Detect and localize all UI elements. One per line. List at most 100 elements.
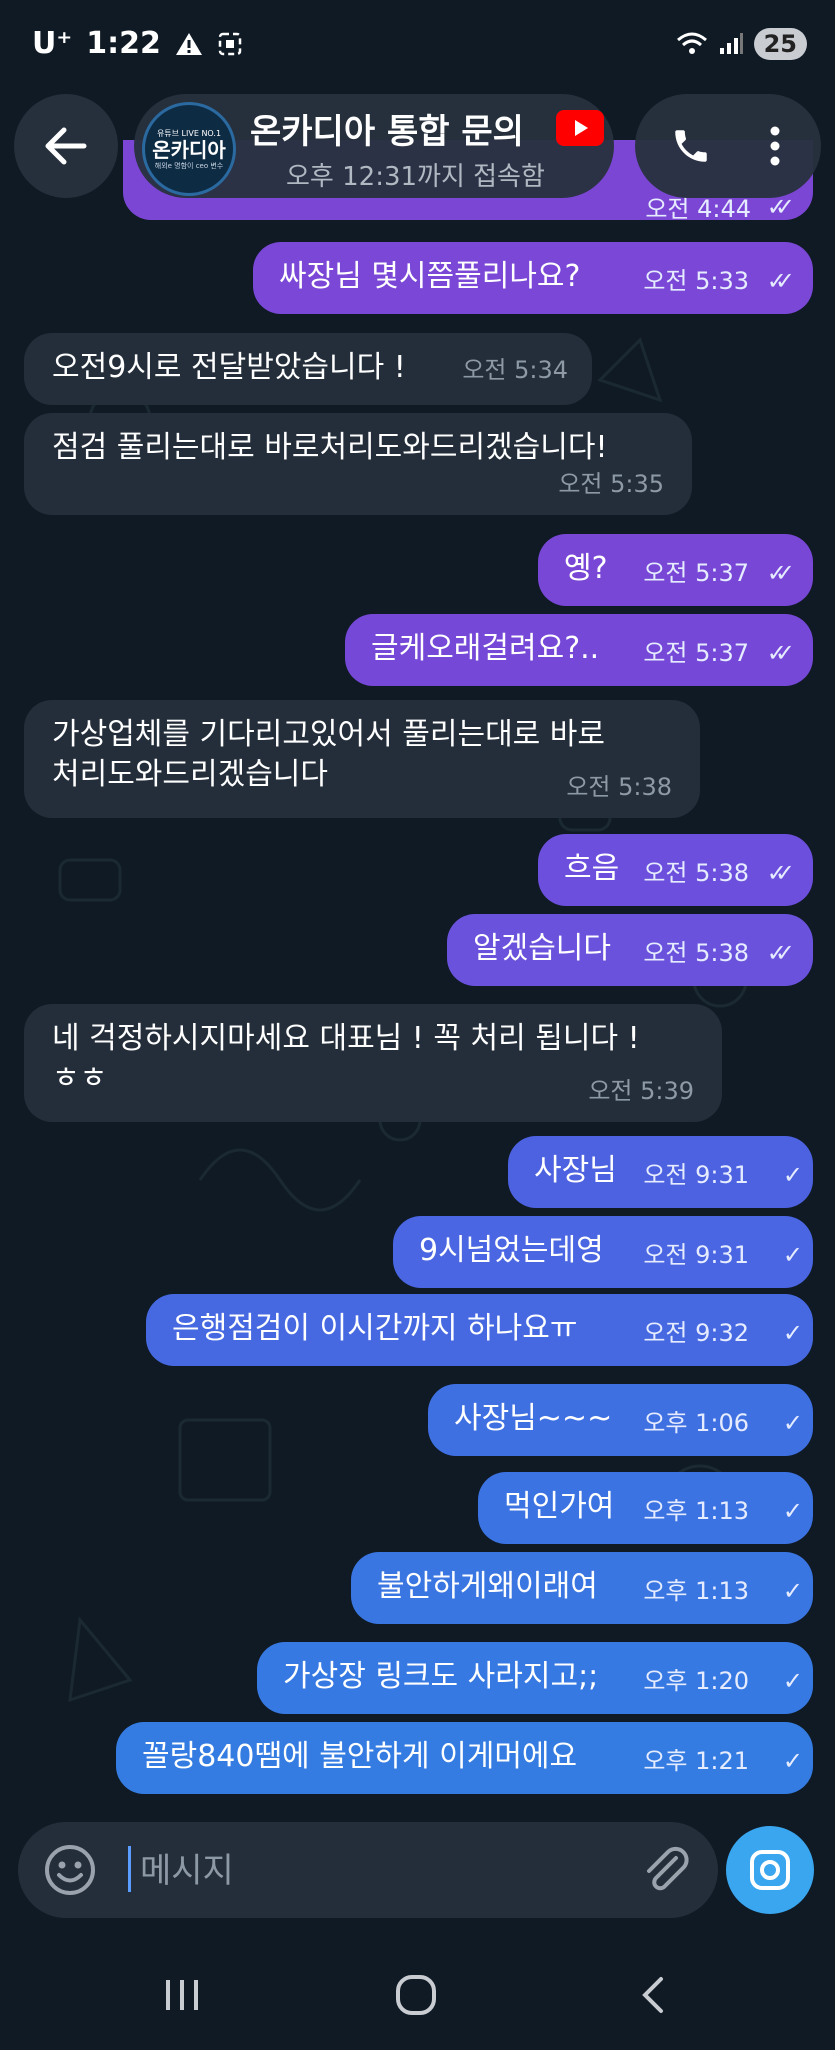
- avatar-sub-text: 해외e 명함이 ceo 변수: [154, 161, 224, 170]
- double-check-icon: ✓✓: [766, 639, 795, 667]
- message-list[interactable]: 오전 4:44 ✓✓ 싸장님 몇시쯤풀리나요? 오전 5:33 ✓✓ 오전9시로 전달받았…: [0, 0, 835, 2050]
- message-time: 오후 1:13: [643, 1497, 749, 1525]
- incoming-message[interactable]: 점검 풀리는대로 바로처리도와드리겠습니다! 오전 5:35: [24, 413, 692, 515]
- message-time: 오전 5:37: [643, 639, 749, 667]
- outgoing-message[interactable]: 먹인가여 오후 1:13 ✓: [478, 1472, 813, 1544]
- double-check-icon: ✓✓: [766, 559, 795, 587]
- system-nav-bar: [0, 1940, 835, 2050]
- chat-header: 유튜브 LIVE NO.1 온카디아 해외e 명함이 ceo 변수 온카디아 통…: [0, 90, 835, 210]
- message-time: 오후 1:21: [643, 1747, 749, 1775]
- recent-apps-icon: [166, 1980, 198, 2010]
- message-text: 사장님~~~: [454, 1401, 613, 1436]
- message-composer: [18, 1822, 718, 1918]
- outgoing-message[interactable]: 은행점검이 이시간까지 하나요ㅠ 오전 9:32 ✓: [146, 1294, 813, 1366]
- message-text: 가상업체를 기다리고있어서 풀리는대로 바로: [52, 717, 606, 752]
- home-icon: [396, 1975, 436, 2015]
- carrier-label: U⁺: [32, 26, 73, 61]
- double-check-icon: ✓✓: [766, 859, 795, 887]
- more-menu-button[interactable]: [747, 118, 803, 174]
- avatar-top-text: 유튜브 LIVE NO.1: [156, 128, 222, 138]
- outgoing-message[interactable]: 싸장님 몇시쯤풀리나요? 오전 5:33 ✓✓: [253, 242, 813, 314]
- message-text: 은행점검이 이시간까지 하나요ㅠ: [172, 1311, 578, 1346]
- call-button[interactable]: [663, 118, 719, 174]
- text-cursor: [128, 1846, 131, 1892]
- outgoing-message[interactable]: 옝? 오전 5:37 ✓✓: [538, 534, 813, 606]
- outgoing-message[interactable]: 사장님~~~ 오후 1:06 ✓: [428, 1384, 813, 1456]
- outgoing-message[interactable]: 꼴랑840땜에 불안하게 이게머에요 오후 1:21 ✓: [116, 1722, 813, 1794]
- clock: 1:22: [86, 26, 161, 61]
- message-text: 처리도와드리겠습니다: [52, 757, 328, 792]
- outgoing-message[interactable]: 9시넘었는데영 오전 9:31 ✓: [393, 1216, 813, 1288]
- message-input[interactable]: [138, 1842, 502, 1900]
- message-text: 불안하게왜이래여: [377, 1569, 598, 1604]
- avatar-logo-text: 온카디아: [152, 137, 226, 162]
- camera-button[interactable]: [726, 1826, 814, 1914]
- check-icon: ✓: [782, 1161, 803, 1189]
- message-text: 글케오래걸려요?..: [371, 631, 600, 666]
- check-icon: ✓: [782, 1577, 803, 1605]
- paperclip-icon: [647, 1846, 689, 1891]
- outgoing-message[interactable]: 흐음 오전 5:38 ✓✓: [538, 834, 813, 906]
- double-check-icon: ✓✓: [766, 939, 795, 967]
- message-text: 가상장 링크도 사라지고;;: [283, 1659, 599, 1694]
- chat-info[interactable]: 유튜브 LIVE NO.1 온카디아 해외e 명함이 ceo 변수 온카디아 통…: [134, 94, 614, 198]
- message-time: 오전 5:34: [462, 356, 568, 384]
- message-text: 알겠습니다: [473, 931, 611, 966]
- signal-icon: [719, 33, 743, 54]
- message-time: 오전 5:37: [643, 559, 749, 587]
- message-time: 오전 5:38: [643, 939, 749, 967]
- back-button[interactable]: [14, 94, 118, 198]
- check-icon: ✓: [782, 1497, 803, 1525]
- screenshot-icon: [218, 32, 242, 55]
- outgoing-message[interactable]: 알겠습니다 오전 5:38 ✓✓: [447, 914, 813, 986]
- camera-icon: [750, 1850, 790, 1890]
- message-text: 네 걱정하시지마세요 대표님 ! 꼭 처리 됩니다 !: [52, 1021, 640, 1056]
- message-time: 오전 5:39: [588, 1077, 694, 1105]
- header-actions: [635, 94, 821, 198]
- last-seen-status: 오후 12:31까지 접속함: [286, 162, 545, 192]
- outgoing-message[interactable]: 가상장 링크도 사라지고;; 오후 1:20 ✓: [257, 1642, 813, 1714]
- status-bar: U⁺ 1:22 25: [0, 0, 835, 90]
- message-time: 오전 9:31: [643, 1241, 749, 1269]
- chat-title: 온카디아 통합 문의: [250, 112, 524, 152]
- warning-icon: [175, 32, 202, 55]
- incoming-message[interactable]: 네 걱정하시지마세요 대표님 ! 꼭 처리 됩니다 ! ㅎㅎ 오전 5:39: [24, 1004, 722, 1122]
- home-button[interactable]: [386, 1970, 446, 2020]
- attach-button[interactable]: [638, 1842, 694, 1898]
- chevron-left-icon: [642, 1977, 663, 2013]
- recent-apps-button[interactable]: [152, 1970, 212, 2020]
- check-icon: ✓: [782, 1409, 803, 1437]
- check-icon: ✓: [782, 1747, 803, 1775]
- message-text: 먹인가여: [504, 1489, 615, 1524]
- outgoing-message[interactable]: 불안하게왜이래여 오후 1:13 ✓: [351, 1552, 813, 1624]
- vertical-dots-icon: [770, 126, 780, 166]
- message-text: ㅎㅎ: [52, 1061, 108, 1096]
- incoming-message[interactable]: 가상업체를 기다리고있어서 풀리는대로 바로처리도와드리겠습니다 오전 5:38: [24, 700, 700, 818]
- back-nav-button[interactable]: [622, 1970, 682, 2020]
- outgoing-message[interactable]: 사장님 오전 9:31 ✓: [508, 1136, 813, 1208]
- message-time: 오전 5:35: [558, 470, 664, 498]
- avatar[interactable]: 유튜브 LIVE NO.1 온카디아 해외e 명함이 ceo 변수: [142, 102, 236, 196]
- youtube-icon: [556, 110, 604, 146]
- smiley-icon: [45, 1845, 95, 1895]
- check-icon: ✓: [782, 1319, 803, 1347]
- message-time: 오전 5:38: [643, 859, 749, 887]
- message-text: 9시넘었는데영: [419, 1233, 604, 1268]
- message-time: 오전 9:31: [643, 1161, 749, 1189]
- message-text: 꼴랑840땜에 불안하게 이게머에요: [142, 1739, 578, 1774]
- message-text: 점검 풀리는대로 바로처리도와드리겠습니다!: [52, 430, 608, 465]
- incoming-message[interactable]: 오전9시로 전달받았습니다 ! 오전 5:34: [24, 333, 592, 405]
- wifi-icon: [676, 32, 707, 54]
- message-time: 오전 9:32: [643, 1319, 749, 1347]
- check-icon: ✓: [782, 1241, 803, 1269]
- message-time: 오전 5:33: [643, 267, 749, 295]
- outgoing-message[interactable]: 글케오래걸려요?.. 오전 5:37 ✓✓: [345, 614, 813, 686]
- message-time: 오후 1:20: [643, 1667, 749, 1695]
- message-time: 오후 1:06: [643, 1409, 749, 1437]
- emoji-button[interactable]: [44, 1844, 96, 1896]
- double-check-icon: ✓✓: [766, 267, 795, 295]
- message-text: 흐음: [564, 851, 620, 886]
- message-text: 사장님: [534, 1153, 617, 1188]
- message-time: 오전 5:38: [566, 773, 672, 801]
- phone-icon: [675, 130, 707, 162]
